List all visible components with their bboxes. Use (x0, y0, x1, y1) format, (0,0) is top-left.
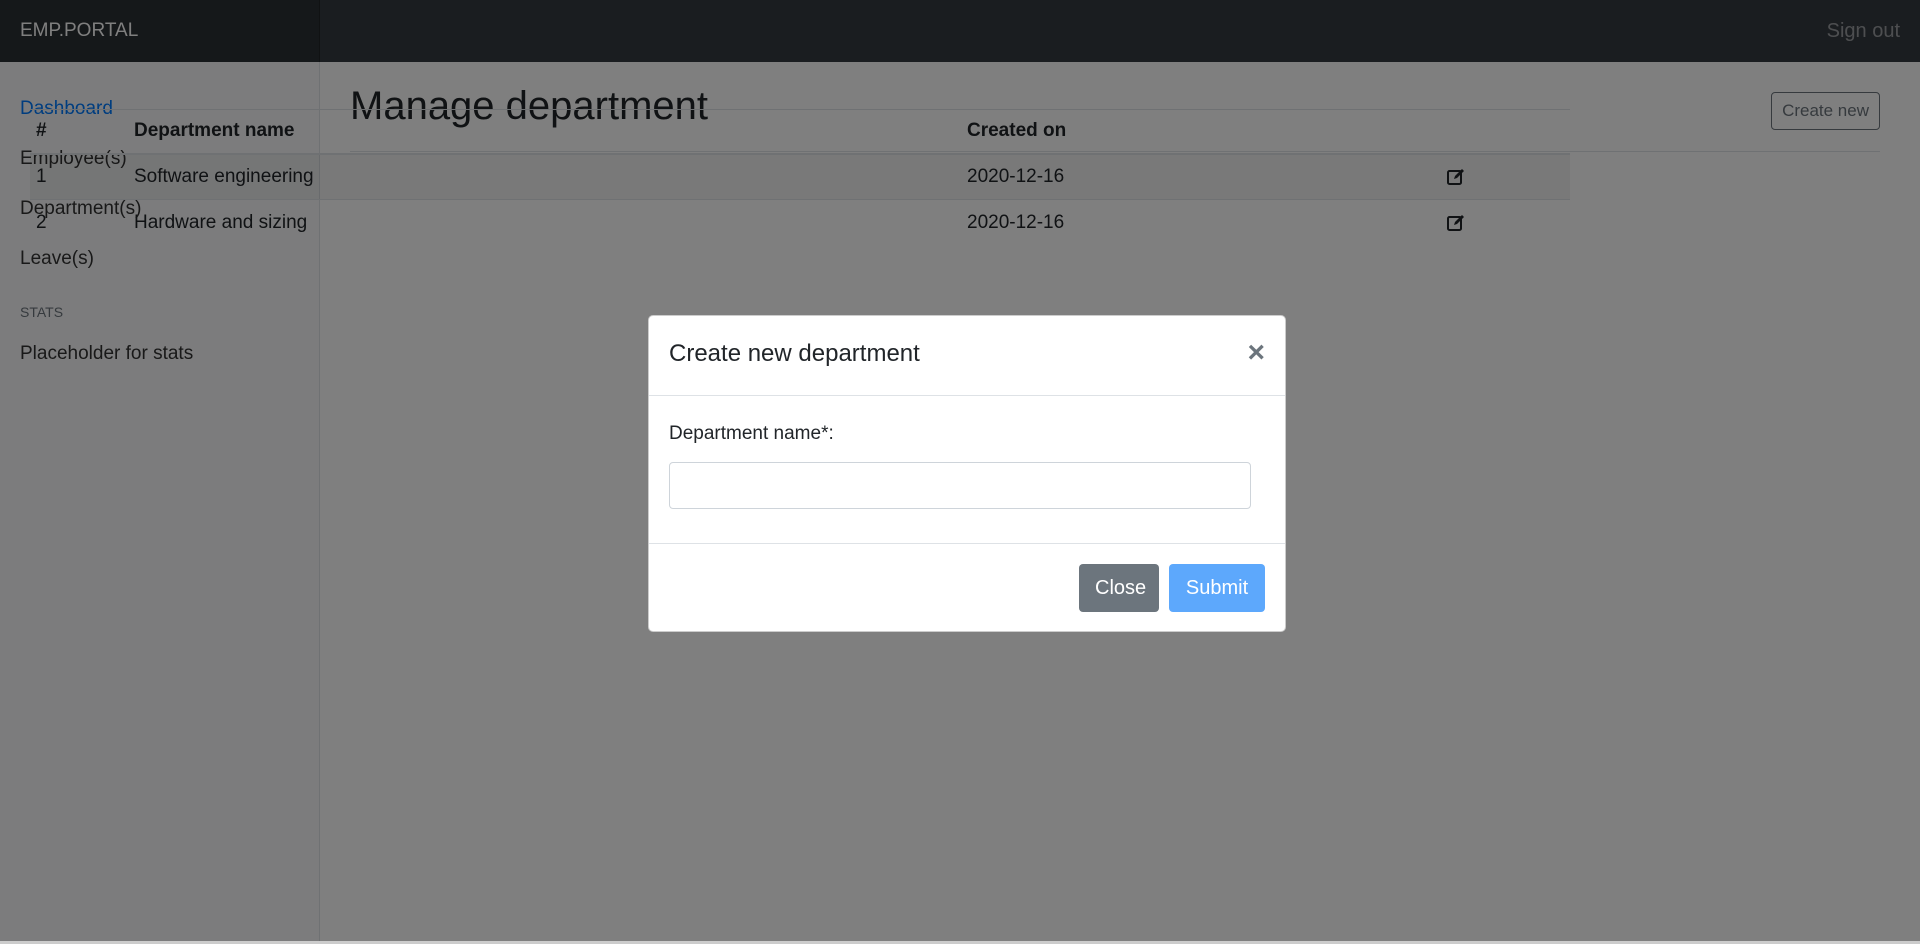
create-department-modal: Create new department × Department name*… (648, 315, 1286, 632)
close-button[interactable]: Close (1079, 564, 1159, 612)
department-name-input[interactable] (669, 462, 1251, 509)
modal-title: Create new department (669, 340, 920, 367)
submit-button[interactable]: Submit (1169, 564, 1265, 612)
department-name-label: Department name*: (669, 423, 834, 444)
close-icon[interactable]: × (1247, 338, 1265, 368)
modal-footer: Close Submit (649, 544, 1285, 632)
modal-header: Create new department × (649, 316, 1285, 396)
modal-body: Department name*: (649, 396, 1285, 544)
